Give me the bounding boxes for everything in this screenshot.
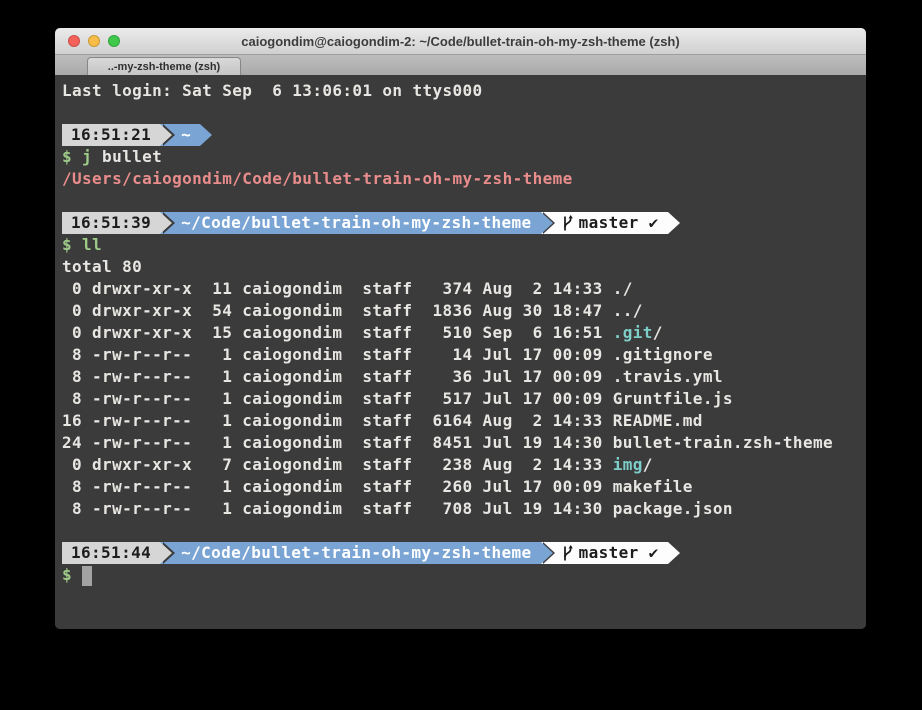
git-branch-icon: [562, 545, 574, 562]
prompt-line: 16:51:44 ~/Code/bullet-train-oh-my-zsh-th…: [62, 542, 866, 564]
terminal-window: caiogondim@caiogondim-2: ~/Code/bullet-t…: [55, 28, 866, 629]
terminal-text: Last login: Sat Sep 6 13:06:01 on ttys00…: [62, 80, 483, 102]
powerline-arrow: [541, 542, 553, 564]
prompt-segment-time: 16:51:39: [62, 212, 160, 234]
prompt-segment-dir: ~/Code/bullet-train-oh-my-zsh-theme: [172, 212, 540, 234]
window-titlebar[interactable]: caiogondim@caiogondim-2: ~/Code/bullet-t…: [55, 28, 866, 55]
terminal-text: /: [653, 322, 663, 344]
terminal-line: [62, 102, 866, 124]
terminal-text: 0 drwxr-xr-x 7 caiogondim staff 238 Aug …: [62, 454, 613, 476]
prompt-segment-git: master ✔: [553, 212, 668, 234]
terminal-text: 8 -rw-r--r-- 1 caiogondim staff 36 Jul 1…: [62, 366, 723, 388]
terminal-line: 0 drwxr-xr-x 7 caiogondim staff 238 Aug …: [62, 454, 866, 476]
tab-label: ..-my-zsh-theme (zsh): [108, 61, 220, 73]
terminal-line: 0 drwxr-xr-x 54 caiogondim staff 1836 Au…: [62, 300, 866, 322]
terminal-text: 8 -rw-r--r-- 1 caiogondim staff 14 Jul 1…: [62, 344, 713, 366]
tab-zsh[interactable]: ..-my-zsh-theme (zsh): [87, 57, 241, 75]
window-title: caiogondim@caiogondim-2: ~/Code/bullet-t…: [55, 28, 866, 54]
terminal-text: [72, 234, 82, 256]
terminal-cursor: [82, 566, 92, 586]
prompt-segment-time: 16:51:44: [62, 542, 160, 564]
terminal-text: 24 -rw-r--r-- 1 caiogondim staff 8451 Ju…: [62, 432, 833, 454]
terminal-output[interactable]: Last login: Sat Sep 6 13:06:01 on ttys00…: [55, 75, 866, 629]
terminal-line: [62, 520, 866, 542]
prompt-segment-label: 16:51:39: [71, 212, 151, 234]
terminal-text: $: [62, 146, 72, 168]
terminal-text: ll: [82, 234, 102, 256]
powerline-arrow: [160, 212, 172, 234]
prompt-segment-time: 16:51:21: [62, 124, 160, 146]
powerline-arrow: [160, 124, 172, 146]
prompt-segment-label: ~: [181, 124, 191, 146]
terminal-text: [72, 146, 82, 168]
git-branch-icon: [562, 215, 574, 232]
terminal-text: 8 -rw-r--r-- 1 caiogondim staff 517 Jul …: [62, 388, 733, 410]
terminal-line: Last login: Sat Sep 6 13:06:01 on ttys00…: [62, 80, 866, 102]
terminal-text: 0 drwxr-xr-x 54 caiogondim staff 1836 Au…: [62, 300, 643, 322]
terminal-line: [62, 190, 866, 212]
prompt-segment-git: master ✔: [553, 542, 668, 564]
terminal-text: 0 drwxr-xr-x 15 caiogondim staff 510 Sep…: [62, 322, 613, 344]
terminal-line: $ j bullet: [62, 146, 866, 168]
terminal-text: $: [62, 564, 82, 586]
terminal-text: /Users/caiogondim/Code/bullet-train-oh-m…: [62, 168, 573, 190]
prompt-segment-label: ~/Code/bullet-train-oh-my-zsh-theme: [181, 212, 531, 234]
terminal-line: $: [62, 564, 866, 586]
terminal-text: total 80: [62, 256, 142, 278]
prompt-segment-dir: ~/Code/bullet-train-oh-my-zsh-theme: [172, 542, 540, 564]
powerline-arrow: [668, 212, 680, 234]
powerline-arrow: [200, 124, 212, 146]
terminal-line: total 80: [62, 256, 866, 278]
terminal-text: j: [82, 146, 92, 168]
terminal-text: img: [613, 454, 643, 476]
prompt-segment-label: 16:51:44: [71, 542, 151, 564]
terminal-line: 8 -rw-r--r-- 1 caiogondim staff 517 Jul …: [62, 388, 866, 410]
terminal-text: .git: [613, 322, 653, 344]
terminal-text: /: [643, 454, 653, 476]
prompt-line: 16:51:21 ~: [62, 124, 866, 146]
terminal-line: 0 drwxr-xr-x 11 caiogondim staff 374 Aug…: [62, 278, 866, 300]
powerline-arrow: [160, 542, 172, 564]
terminal-line: 8 -rw-r--r-- 1 caiogondim staff 708 Jul …: [62, 498, 866, 520]
terminal-text: 0 drwxr-xr-x 11 caiogondim staff 374 Aug…: [62, 278, 633, 300]
terminal-text: 8 -rw-r--r-- 1 caiogondim staff 708 Jul …: [62, 498, 733, 520]
terminal-line: /Users/caiogondim/Code/bullet-train-oh-m…: [62, 168, 866, 190]
terminal-line: 24 -rw-r--r-- 1 caiogondim staff 8451 Ju…: [62, 432, 866, 454]
powerline-arrow: [668, 542, 680, 564]
terminal-text: $: [62, 234, 72, 256]
prompt-line: 16:51:39 ~/Code/bullet-train-oh-my-zsh-th…: [62, 212, 866, 234]
terminal-line: $ ll: [62, 234, 866, 256]
powerline-arrow: [541, 212, 553, 234]
terminal-line: 8 -rw-r--r-- 1 caiogondim staff 14 Jul 1…: [62, 344, 866, 366]
prompt-segment-dir: ~: [172, 124, 200, 146]
prompt-segment-label: master ✔: [579, 542, 659, 564]
terminal-line: 0 drwxr-xr-x 15 caiogondim staff 510 Sep…: [62, 322, 866, 344]
terminal-text: 8 -rw-r--r-- 1 caiogondim staff 260 Jul …: [62, 476, 693, 498]
tab-bar: ..-my-zsh-theme (zsh): [55, 55, 866, 75]
terminal-line: 16 -rw-r--r-- 1 caiogondim staff 6164 Au…: [62, 410, 866, 432]
prompt-segment-label: 16:51:21: [71, 124, 151, 146]
terminal-line: 8 -rw-r--r-- 1 caiogondim staff 260 Jul …: [62, 476, 866, 498]
terminal-text: bullet: [92, 146, 162, 168]
prompt-segment-label: ~/Code/bullet-train-oh-my-zsh-theme: [181, 542, 531, 564]
terminal-text: 16 -rw-r--r-- 1 caiogondim staff 6164 Au…: [62, 410, 703, 432]
prompt-segment-label: master ✔: [579, 212, 659, 234]
terminal-line: 8 -rw-r--r-- 1 caiogondim staff 36 Jul 1…: [62, 366, 866, 388]
